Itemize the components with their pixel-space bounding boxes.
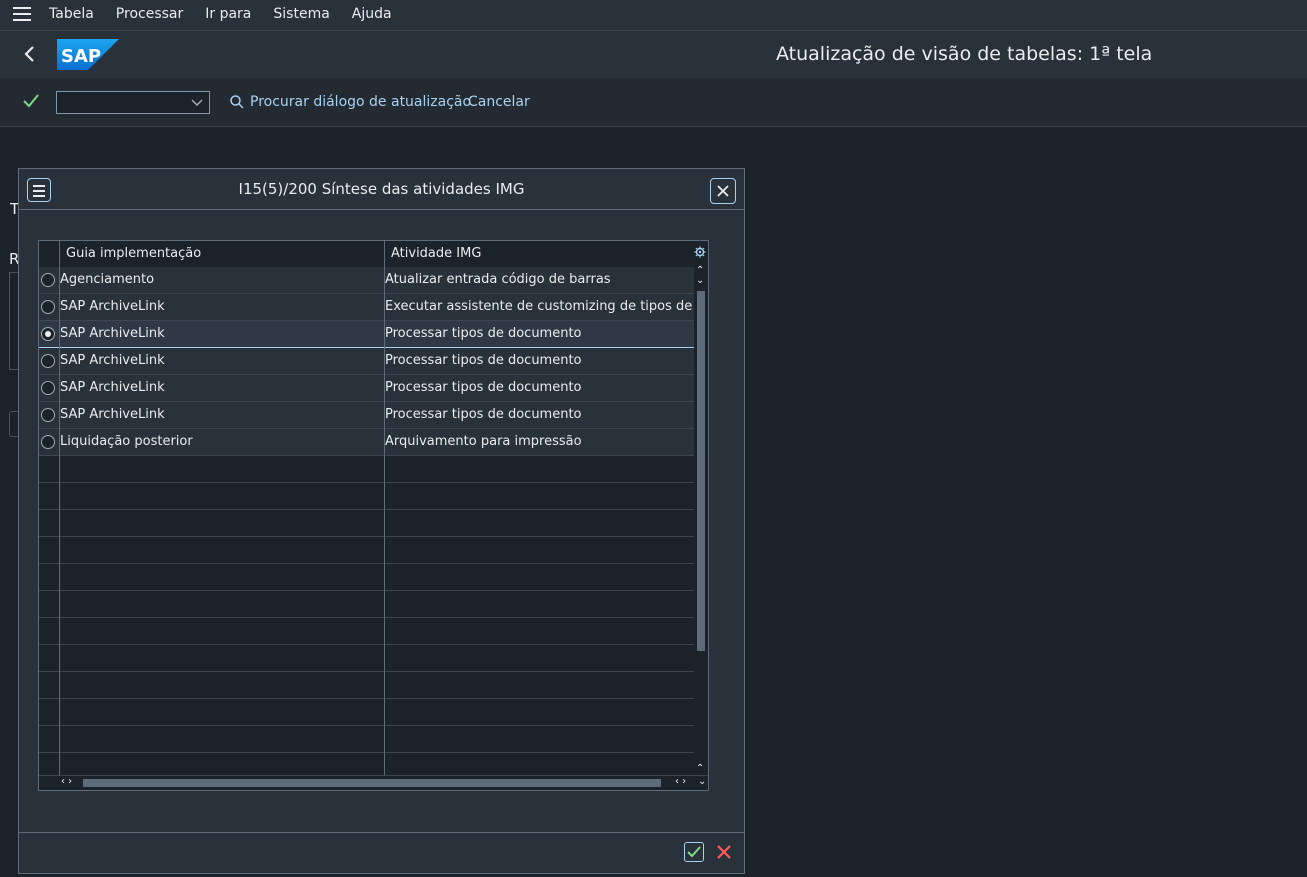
svg-text:SAP: SAP (61, 46, 101, 67)
menu-item-ajuda[interactable]: Ajuda (352, 6, 392, 22)
cell-activity: Executar assistente de customizing de ti… (385, 299, 693, 314)
empty-table-row (39, 510, 695, 537)
radio-button[interactable] (41, 408, 55, 422)
empty-table-row (39, 699, 695, 726)
empty-table-row (39, 645, 695, 672)
toolbar: Procurar diálogo de atualização Cancelar (0, 78, 1307, 127)
img-activities-table: Guia implementação Atividade IMG Agencia… (38, 240, 709, 791)
cell-activity: Processar tipos de documento (385, 407, 582, 422)
table-row[interactable]: SAP ArchiveLink Processar tipos de docume… (39, 375, 695, 402)
dialog-footer (19, 832, 744, 873)
radio-button[interactable] (41, 435, 55, 449)
vertical-scrollbar[interactable]: ⌃ ⌄ ⌃ (694, 265, 708, 777)
search-maintenance-dialog-button[interactable]: Procurar diálogo de atualização (230, 94, 471, 110)
page-title: Atualização de visão de tabelas: 1ª tela (776, 43, 1153, 65)
cancel-x-icon[interactable] (714, 842, 734, 862)
empty-table-row (39, 672, 695, 699)
scroll-page-up-icon[interactable]: ⌃ (696, 763, 704, 774)
column-header-activity[interactable]: Atividade IMG (391, 246, 481, 261)
select-column-header[interactable] (39, 241, 60, 267)
back-arrow-icon[interactable] (20, 43, 40, 65)
img-activities-dialog: I15(5)/200 Síntese das atividades IMG Gu… (18, 168, 745, 874)
cell-guide: SAP ArchiveLink (60, 407, 165, 422)
horizontal-scrollbar[interactable]: ‹ › ‹ › ⌄ (39, 775, 708, 790)
hamburger-menu-icon[interactable] (13, 7, 31, 22)
cell-guide: Agenciamento (60, 272, 155, 287)
dialog-title: I15(5)/200 Síntese das atividades IMG (238, 180, 525, 198)
empty-table-row (39, 618, 695, 645)
cell-guide: SAP ArchiveLink (60, 326, 165, 341)
scroll-down-icon[interactable]: ⌄ (698, 776, 706, 787)
empty-table-row (39, 591, 695, 618)
menu-bar: Tabela Processar Ir para Sistema Ajuda (0, 0, 1307, 31)
radio-button[interactable] (41, 381, 55, 395)
empty-table-row (39, 456, 695, 483)
cancel-button[interactable]: Cancelar (468, 94, 530, 110)
cell-guide: SAP ArchiveLink (60, 353, 165, 368)
table-row[interactable]: SAP ArchiveLink Processar tipos de docume… (39, 402, 695, 429)
scroll-left-icon[interactable]: ‹ › (61, 776, 72, 787)
cell-activity: Processar tipos de documento (385, 353, 582, 368)
vertical-scroll-thumb[interactable] (697, 291, 705, 651)
sap-logo: SAP (57, 39, 119, 70)
search-button-label: Procurar diálogo de atualização (250, 94, 472, 110)
column-divider (59, 267, 60, 790)
table-row[interactable]: SAP ArchiveLink Processar tipos de docume… (39, 348, 695, 375)
table-row[interactable]: SAP ArchiveLink Processar tipos de docume… (39, 321, 695, 348)
table-settings-icon[interactable] (694, 246, 706, 258)
empty-table-row (39, 537, 695, 564)
enter-check-icon[interactable] (22, 92, 40, 110)
menu-item-tabela[interactable]: Tabela (49, 6, 94, 22)
chevron-down-icon[interactable] (191, 96, 203, 108)
empty-table-row (39, 564, 695, 591)
table-row[interactable]: Agenciamento Atualizar entrada código de … (39, 267, 695, 294)
cell-activity: Processar tipos de documento (385, 380, 582, 395)
radio-dot-icon (45, 331, 51, 337)
menu-item-ir-para[interactable]: Ir para (205, 6, 251, 22)
radio-button[interactable] (41, 273, 55, 287)
shell-header: SAP Atualização de visão de tabelas: 1ª … (0, 31, 1307, 78)
cell-activity: Atualizar entrada código de barras (385, 272, 611, 287)
search-icon (230, 95, 244, 109)
empty-table-row (39, 483, 695, 510)
radio-button[interactable] (41, 300, 55, 314)
scroll-right-icon[interactable]: ‹ › (675, 776, 686, 787)
command-field[interactable] (56, 91, 210, 114)
column-divider (384, 241, 385, 790)
cell-guide: SAP ArchiveLink (60, 380, 165, 395)
radio-button[interactable] (41, 354, 55, 368)
empty-table-row (39, 726, 695, 753)
close-icon[interactable] (710, 178, 736, 204)
radio-button-selected[interactable] (41, 327, 55, 341)
cell-activity: Arquivamento para impressão (385, 434, 582, 449)
horizontal-scroll-thumb[interactable] (83, 779, 661, 787)
table-row[interactable]: SAP ArchiveLink Executar assistente de cu… (39, 294, 695, 321)
dialog-header: I15(5)/200 Síntese das atividades IMG (19, 169, 744, 210)
menu-item-processar[interactable]: Processar (116, 6, 183, 22)
table-header: Guia implementação Atividade IMG (39, 241, 708, 268)
cell-guide: SAP ArchiveLink (60, 299, 165, 314)
scroll-page-down-icon[interactable]: ⌄ (696, 275, 704, 286)
column-header-guide[interactable]: Guia implementação (66, 246, 201, 261)
cell-activity: Processar tipos de documento (385, 326, 582, 341)
menu-item-sistema[interactable]: Sistema (273, 6, 329, 22)
menu-items: Tabela Processar Ir para Sistema Ajuda (49, 6, 414, 22)
cell-guide: Liquidação posterior (60, 434, 193, 449)
table-row[interactable]: Liquidação posterior Arquivamento para im… (39, 429, 695, 456)
confirm-check-icon[interactable] (684, 842, 704, 862)
